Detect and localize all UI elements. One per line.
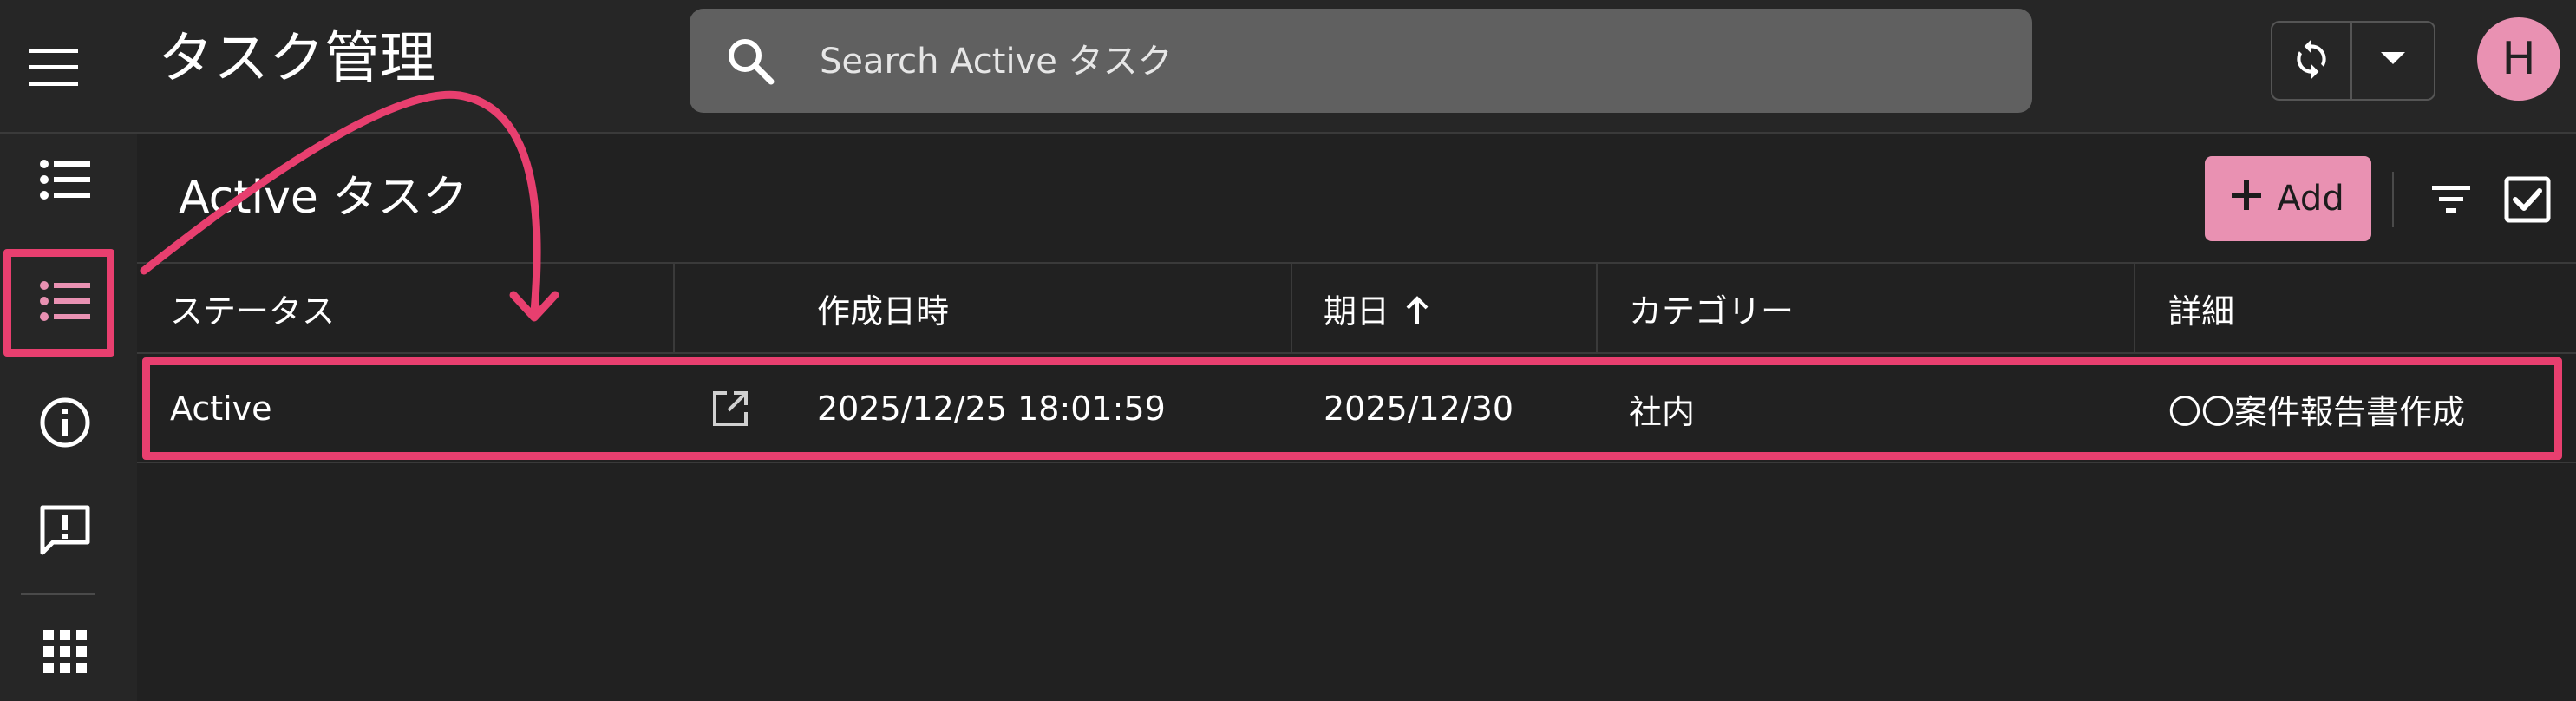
column-header-due[interactable]: 期日 bbox=[1324, 264, 1429, 352]
toolbar-divider bbox=[2392, 172, 2394, 227]
search-icon bbox=[724, 35, 776, 87]
nav-item-apps[interactable] bbox=[14, 606, 116, 701]
add-button-label: Add bbox=[2277, 179, 2344, 219]
app-title: タスク管理 bbox=[158, 27, 435, 91]
menu-icon[interactable] bbox=[21, 35, 87, 101]
nav-item-list[interactable] bbox=[14, 134, 116, 229]
search-input[interactable] bbox=[818, 35, 1949, 88]
column-separator bbox=[673, 264, 675, 352]
caret-down-icon bbox=[2381, 52, 2405, 69]
section-header: Active タスク Add bbox=[137, 134, 2576, 262]
column-separator bbox=[1291, 264, 1292, 352]
sync-split-button bbox=[2271, 21, 2435, 101]
sync-icon bbox=[2290, 37, 2333, 84]
search-bar[interactable] bbox=[690, 9, 2032, 113]
top-app-bar: タスク管理 H bbox=[0, 0, 2576, 134]
nav-item-info[interactable] bbox=[14, 377, 116, 472]
table-header: ステータス 作成日時 期日 カテゴリー 詳細 bbox=[137, 262, 2576, 354]
column-header-status[interactable]: ステータス bbox=[170, 264, 335, 352]
column-header-category[interactable]: カテゴリー bbox=[1629, 264, 1794, 352]
nav-divider bbox=[21, 593, 95, 595]
plus-icon bbox=[2232, 179, 2262, 219]
sort-arrow-up-icon bbox=[1405, 293, 1429, 331]
filter-icon[interactable] bbox=[2423, 172, 2479, 227]
add-task-button[interactable]: Add bbox=[2205, 156, 2371, 241]
nav-item-feedback[interactable] bbox=[14, 484, 116, 580]
annotation-highlight-nav bbox=[3, 249, 114, 357]
checkbox-checked-icon[interactable] bbox=[2500, 172, 2555, 227]
section-title: Active タスク bbox=[179, 172, 468, 224]
apps-grid-icon bbox=[43, 630, 87, 677]
feedback-icon bbox=[38, 503, 92, 560]
user-avatar[interactable]: H bbox=[2477, 17, 2560, 101]
info-icon bbox=[39, 396, 91, 452]
column-separator bbox=[2134, 264, 2135, 352]
sync-button[interactable] bbox=[2272, 23, 2352, 99]
column-header-created[interactable]: 作成日時 bbox=[817, 264, 949, 352]
column-separator bbox=[1596, 264, 1598, 352]
list-icon bbox=[40, 160, 90, 203]
annotation-highlight-row bbox=[142, 357, 2562, 460]
side-navigation bbox=[0, 134, 137, 701]
sync-options-dropdown[interactable] bbox=[2352, 23, 2434, 99]
column-header-detail[interactable]: 詳細 bbox=[2168, 264, 2234, 352]
due-header-label: 期日 bbox=[1324, 292, 1390, 331]
